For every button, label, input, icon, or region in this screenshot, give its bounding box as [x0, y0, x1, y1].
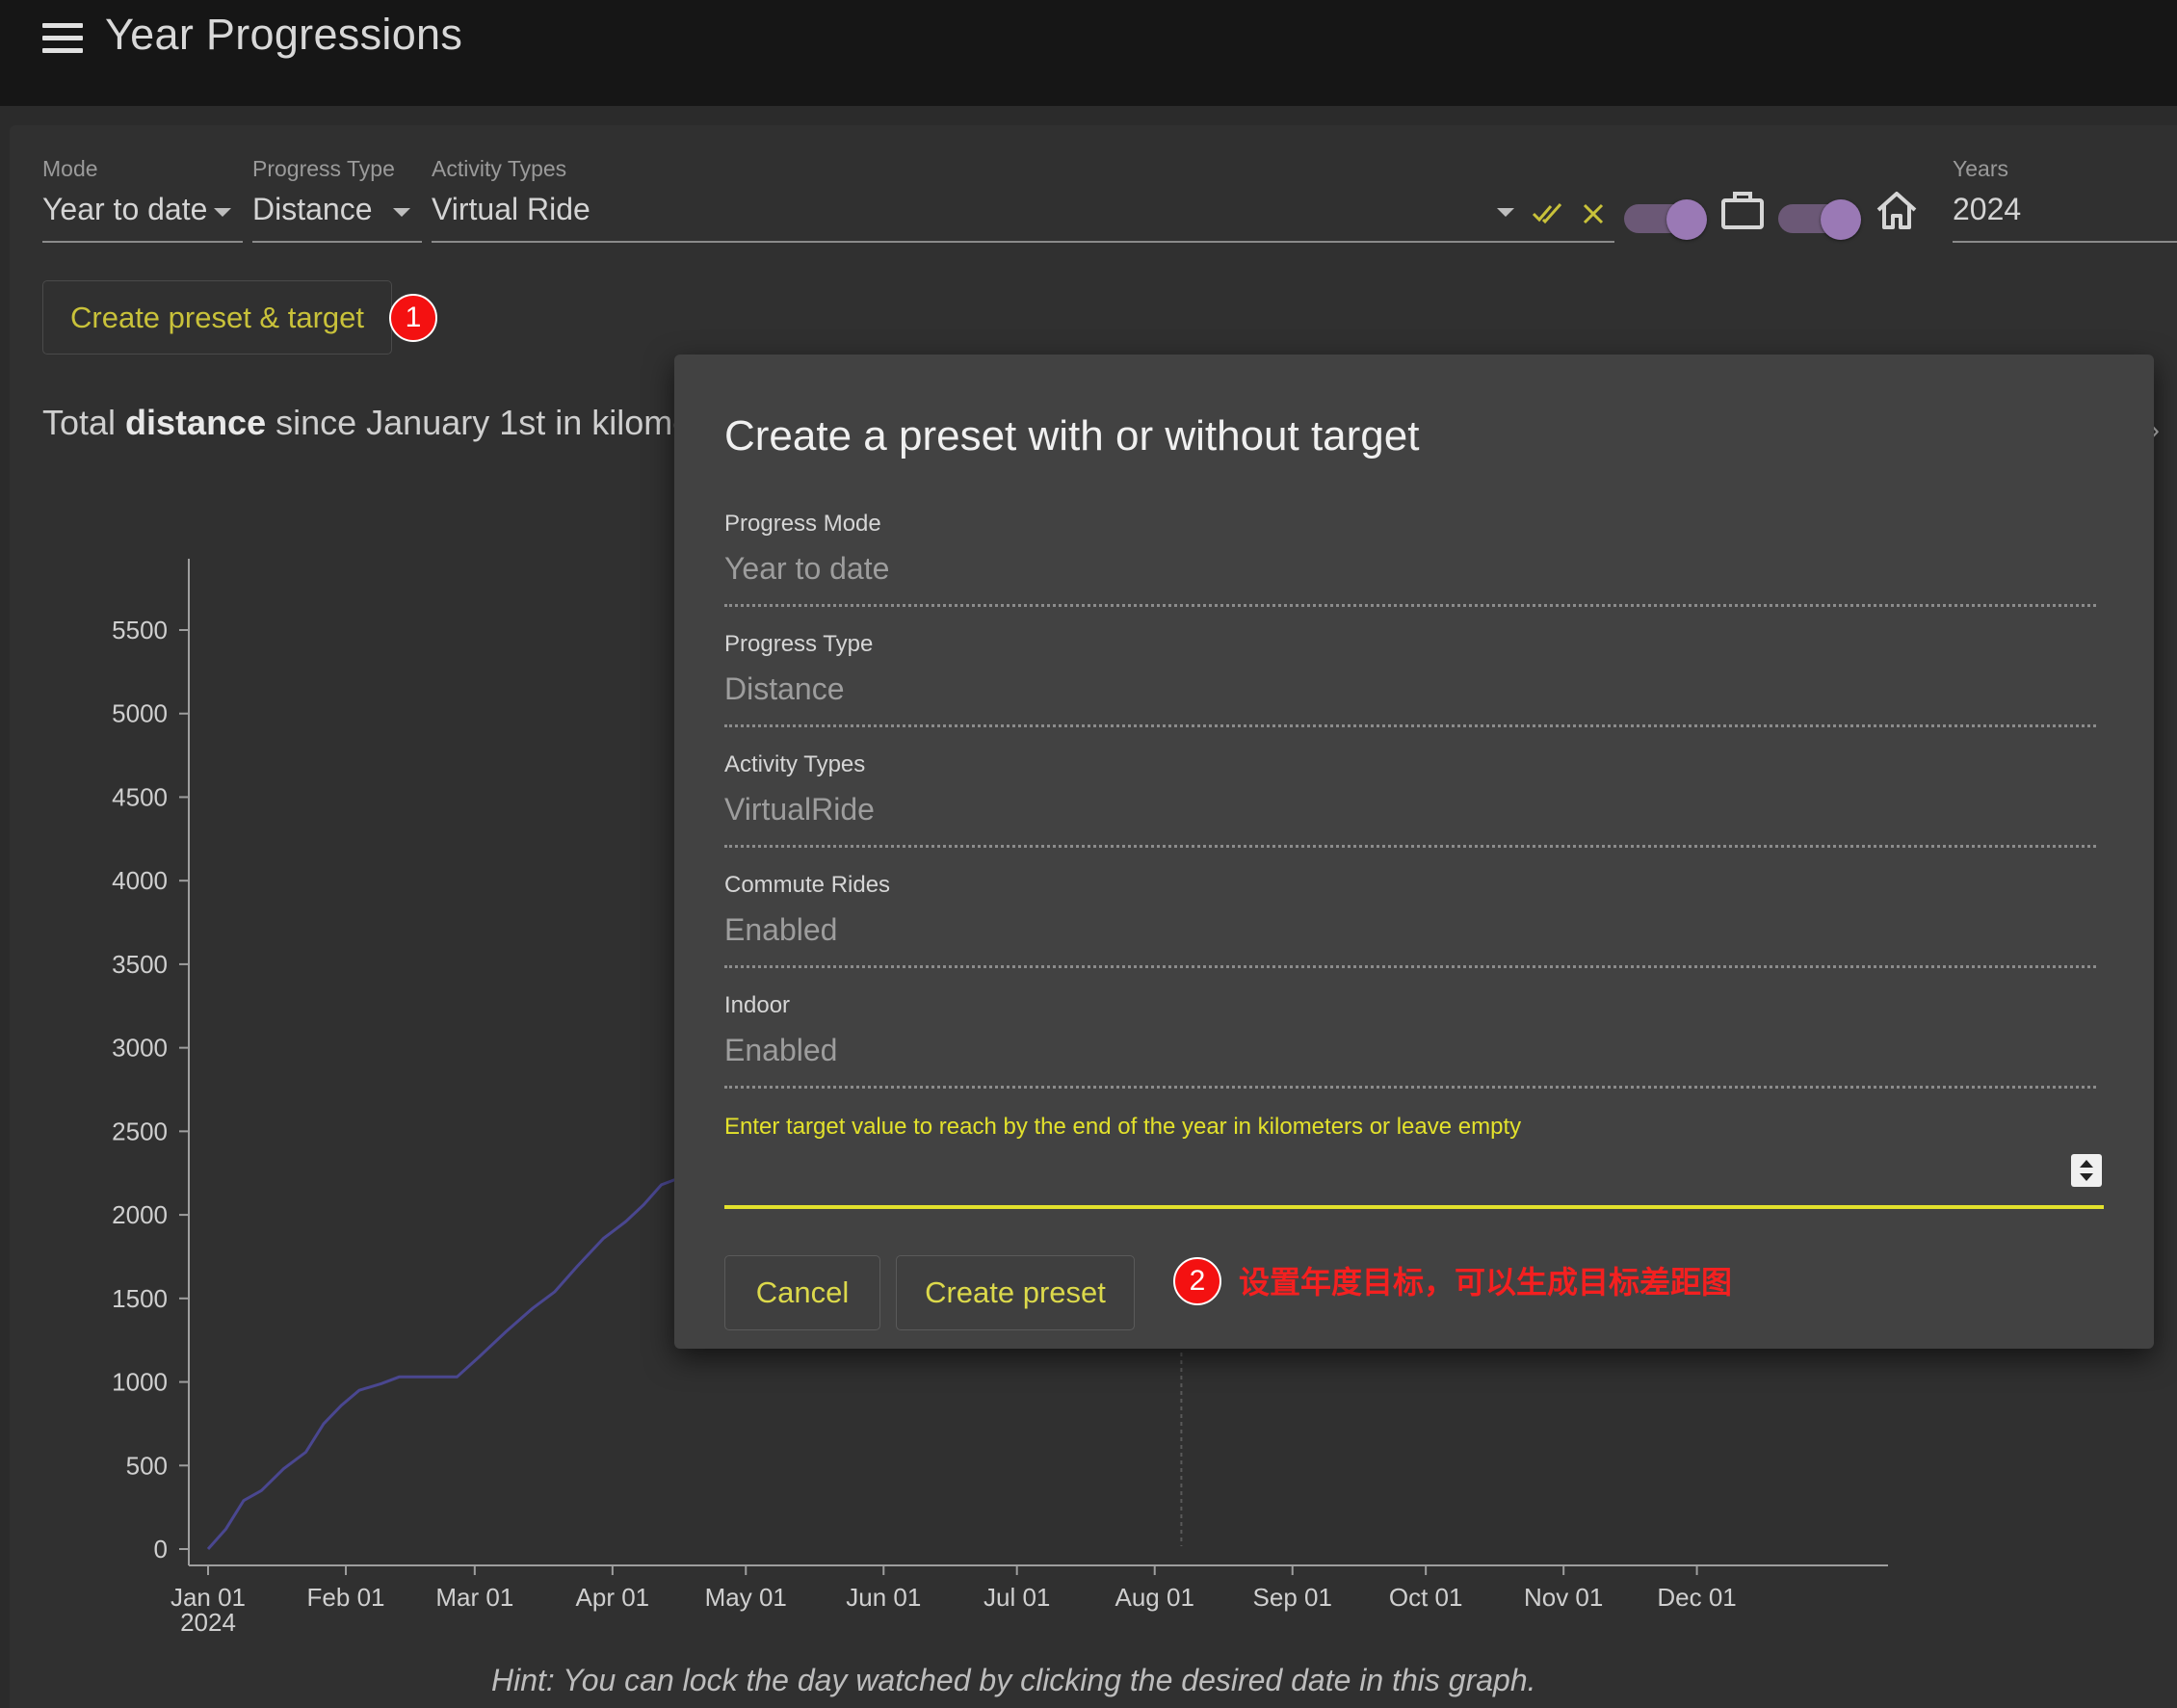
annotation-note: 设置年度目标，可以生成目标差距图 [1239, 1265, 1733, 1300]
y-tick-label: 5000 [112, 699, 168, 728]
field-label: Progress Mode [724, 511, 881, 537]
progress-mode-field: Progress Mode Year to date [724, 511, 2096, 607]
field-value: Enabled [724, 1033, 838, 1067]
y-tick-label: 5500 [112, 616, 168, 644]
x-tick-label: Mar 01 [435, 1583, 513, 1612]
x-axis: Jan 01 Feb 01 Mar 01 Apr 01 May 01 Jun 01 Jul … [170, 1564, 1888, 1637]
y-tick-label: 2000 [112, 1200, 168, 1229]
x-tick-label: Dec 01 [1657, 1583, 1736, 1612]
series-line [206, 1130, 748, 1550]
create-preset-dialog: Create a preset with or without target P… [674, 355, 2154, 1349]
target-input-label: Enter target value to reach by the end o… [724, 1114, 1522, 1140]
indoor-field: Indoor Enabled [724, 992, 2096, 1089]
field-label: Activity Types [724, 751, 866, 777]
x-tick-label: Jul 01 [984, 1583, 1050, 1612]
y-tick-label: 3000 [112, 1034, 168, 1063]
target-input[interactable] [724, 1149, 2104, 1209]
number-stepper-icon[interactable] [2071, 1154, 2102, 1187]
y-tick-label: 3500 [112, 950, 168, 979]
x-year-label: 2024 [180, 1608, 236, 1637]
field-label: Commute Rides [724, 872, 891, 898]
x-tick-label: Jun 01 [846, 1583, 921, 1612]
x-tick-label: May 01 [705, 1583, 787, 1612]
dialog-title: Create a preset with or without target [724, 412, 1420, 460]
field-value: Year to date [724, 551, 890, 586]
y-tick-label: 4000 [112, 866, 168, 895]
commute-rides-field: Commute Rides Enabled [724, 872, 2096, 968]
x-tick-label: Oct 01 [1389, 1583, 1463, 1612]
field-value: Distance [724, 671, 845, 706]
x-tick-label: Aug 01 [1115, 1583, 1194, 1612]
chart-hint: Hint: You can lock the day watched by cl… [491, 1663, 1536, 1697]
step-badge-2: 2 [1173, 1257, 1221, 1305]
y-tick-label: 500 [126, 1451, 168, 1480]
field-value: VirtualRide [724, 792, 875, 827]
x-tick-label: Apr 01 [576, 1583, 650, 1612]
cancel-button[interactable]: Cancel [724, 1255, 880, 1330]
activity-types-field: Activity Types VirtualRide [724, 751, 2096, 848]
y-axis: 0 500 1000 1500 2000 2500 3000 3500 4000 4500 5000… [112, 559, 190, 1565]
y-tick-label: 1500 [112, 1284, 168, 1313]
y-tick-label: 1000 [112, 1368, 168, 1397]
y-tick-label: 4500 [112, 782, 168, 811]
x-tick-label: Nov 01 [1524, 1583, 1603, 1612]
create-preset-button[interactable]: Create preset [896, 1255, 1135, 1330]
y-tick-label: 0 [154, 1535, 168, 1563]
field-label: Progress Type [724, 631, 874, 657]
x-tick-label: Sep 01 [1253, 1583, 1332, 1612]
field-label: Indoor [724, 992, 791, 1018]
x-tick-label: Feb 01 [307, 1583, 385, 1612]
field-value: Enabled [724, 912, 838, 947]
progress-type-field: Progress Type Distance [724, 631, 2096, 727]
y-tick-label: 2500 [112, 1117, 168, 1145]
